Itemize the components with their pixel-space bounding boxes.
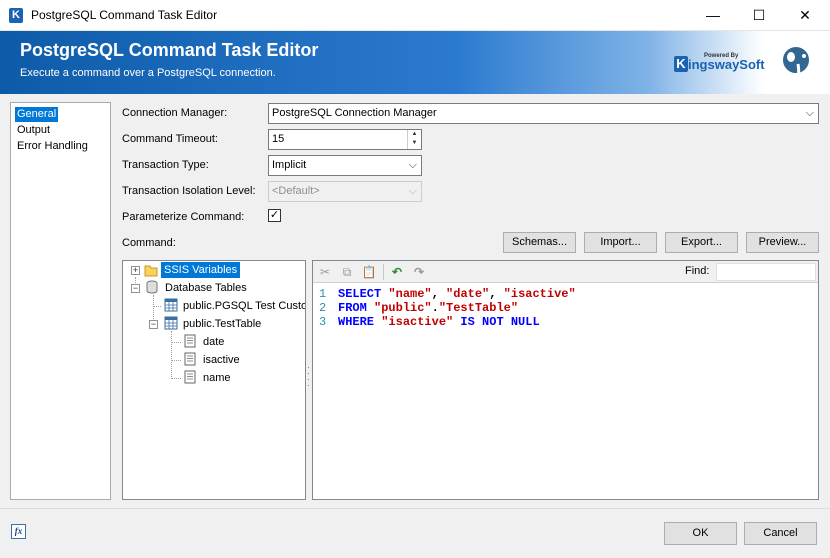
find-label: Find:: [685, 265, 710, 277]
close-button[interactable]: ✕: [782, 0, 828, 31]
connection-manager-value: PostgreSQL Connection Manager: [272, 107, 437, 119]
line-number: 2: [319, 301, 327, 315]
tree-node-table-pgsql-test-custo[interactable]: public.PGSQL Test Custo: [183, 298, 305, 314]
nav-item-output[interactable]: Output: [15, 123, 52, 138]
kingswaysoft-logo-icon: K: [674, 56, 688, 72]
line-number: 3: [319, 315, 327, 329]
preview-button[interactable]: Preview...: [746, 232, 819, 253]
tree-node-column-isactive[interactable]: isactive: [203, 352, 240, 368]
expression-fx-icon[interactable]: fx: [11, 524, 26, 539]
table-icon: [164, 298, 178, 312]
database-icon: [146, 280, 158, 294]
code-line: SELECT "name", "date", "isactive": [338, 287, 576, 301]
parameterize-command-checkbox[interactable]: ✓: [268, 209, 281, 222]
transaction-type-label: Transaction Type:: [122, 159, 209, 171]
import-button[interactable]: Import...: [584, 232, 657, 253]
expand-icon[interactable]: +: [131, 266, 140, 275]
window-title: PostgreSQL Command Task Editor: [31, 8, 218, 22]
paste-icon[interactable]: 📋: [361, 264, 377, 280]
chevron-down-icon: ⌵: [408, 159, 417, 171]
footer-divider: [0, 508, 830, 509]
schema-tree-view: + SSIS Variables − Database Tables publi…: [122, 260, 306, 500]
isolation-level-select[interactable]: <Default> ⌵: [268, 181, 422, 202]
isolation-level-label: Transaction Isolation Level:: [122, 185, 256, 197]
code-token: IS NOT NULL: [453, 315, 540, 329]
code-token: "TestTable": [438, 301, 519, 315]
tree-node-database-tables[interactable]: Database Tables: [165, 280, 247, 296]
isolation-level-value: <Default>: [272, 185, 320, 197]
nav-item-general[interactable]: General: [15, 107, 59, 122]
tree-node-table-testtable[interactable]: public.TestTable: [183, 316, 261, 332]
kingswaysoft-app-icon: K: [9, 8, 23, 23]
line-number: 1: [319, 287, 327, 301]
code-line: FROM "public"."TestTable": [338, 301, 518, 315]
brand-name: ingswaySoft: [688, 57, 765, 72]
line-number-gutter: 1 2 3: [313, 285, 333, 499]
code-token: .: [431, 301, 439, 315]
spin-arrows-icon[interactable]: ▲ ▼: [407, 130, 421, 149]
table-icon: [164, 316, 178, 330]
command-timeout-value: 15: [272, 133, 285, 145]
chevron-down-icon: ⌵: [805, 107, 814, 119]
code-token: "name": [388, 287, 432, 301]
export-button[interactable]: Export...: [665, 232, 738, 253]
banner-title: PostgreSQL Command Task Editor: [20, 40, 319, 60]
schemas-button[interactable]: Schemas...: [503, 232, 576, 253]
copy-icon[interactable]: ⧉: [339, 264, 355, 280]
code-token: "date": [446, 287, 490, 301]
minimize-button[interactable]: —: [690, 0, 736, 31]
code-token: ,: [431, 287, 447, 301]
splitter-grip-icon[interactable]: · · · ·: [307, 364, 310, 390]
column-icon: [184, 352, 196, 366]
sql-command-editor[interactable]: ✂ ⧉ 📋 ↶ ↷ Find: 1 2 3 SELECT "name", "da…: [312, 260, 819, 500]
redo-icon[interactable]: ↷: [411, 264, 427, 280]
parameterize-command-label: Parameterize Command:: [122, 211, 245, 223]
banner-subtitle: Execute a command over a PostgreSQL conn…: [20, 67, 276, 79]
code-token: "public": [374, 301, 432, 315]
tree-node-column-name[interactable]: name: [203, 370, 231, 386]
column-icon: [184, 370, 196, 384]
chevron-down-icon: ⌵: [408, 185, 417, 197]
column-icon: [184, 334, 196, 348]
connection-manager-label: Connection Manager:: [122, 107, 228, 119]
code-token: FROM: [338, 301, 375, 315]
code-token: ,: [489, 287, 504, 301]
cut-icon[interactable]: ✂: [317, 264, 333, 280]
connection-manager-select[interactable]: PostgreSQL Connection Manager ⌵: [268, 103, 819, 124]
folder-icon: [144, 265, 158, 277]
toolbar-separator: [383, 264, 384, 280]
ok-button[interactable]: OK: [664, 522, 737, 545]
undo-icon[interactable]: ↶: [389, 264, 405, 280]
page-nav-list: General Output Error Handling: [10, 102, 111, 500]
code-token: SELECT: [338, 287, 389, 301]
find-input[interactable]: [716, 263, 816, 281]
command-timeout-stepper[interactable]: 15 ▲ ▼: [268, 129, 422, 150]
cancel-button[interactable]: Cancel: [744, 522, 817, 545]
editor-toolbar: ✂ ⧉ 📋 ↶ ↷ Find:: [313, 261, 818, 283]
postgresql-elephant-icon: [781, 45, 811, 82]
maximize-button[interactable]: ☐: [736, 0, 782, 31]
transaction-type-select[interactable]: Implicit ⌵: [268, 155, 422, 176]
code-token: "isactive": [381, 315, 454, 329]
code-token: WHERE: [338, 315, 382, 329]
transaction-type-value: Implicit: [272, 159, 307, 171]
command-timeout-label: Command Timeout:: [122, 133, 218, 145]
collapse-icon[interactable]: −: [131, 284, 140, 293]
nav-item-error-handling[interactable]: Error Handling: [15, 139, 90, 154]
code-token: "isactive": [503, 287, 576, 301]
code-line: WHERE "isactive" IS NOT NULL: [338, 315, 540, 329]
command-label: Command:: [122, 237, 176, 249]
tree-node-ssis-variables[interactable]: SSIS Variables: [161, 262, 241, 278]
tree-node-column-date[interactable]: date: [203, 334, 224, 350]
collapse-icon[interactable]: −: [149, 320, 158, 329]
